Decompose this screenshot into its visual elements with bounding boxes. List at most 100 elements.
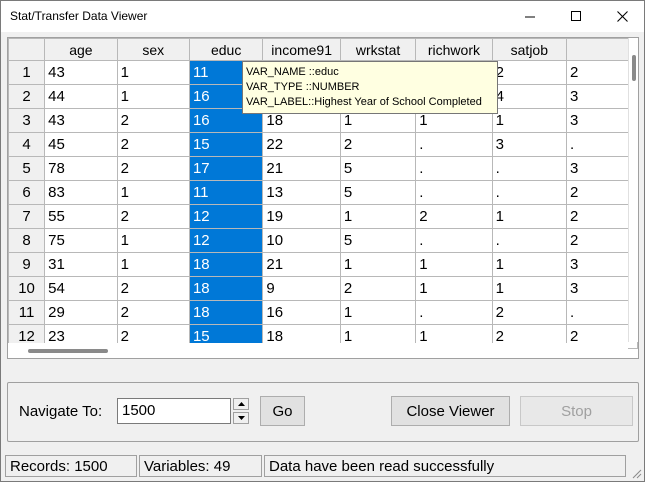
table-cell[interactable]: 1 [116, 252, 190, 277]
row-number[interactable]: 3 [8, 108, 46, 133]
table-cell[interactable]: 12 [188, 204, 264, 229]
table-cell[interactable]: 43 [44, 60, 118, 85]
table-cell[interactable]: 1 [415, 252, 493, 277]
table-cell[interactable]: . [415, 156, 493, 181]
table-cell[interactable]: 1 [339, 252, 417, 277]
table-cell[interactable]: 1 [491, 252, 568, 277]
table-cell[interactable]: 3 [566, 252, 638, 277]
table-cell[interactable]: 1 [339, 300, 417, 325]
table-cell[interactable]: 1 [491, 204, 568, 229]
table-cell[interactable]: 2 [116, 276, 190, 301]
table-cell[interactable]: 11 [188, 180, 264, 205]
minimize-button[interactable] [507, 1, 553, 32]
close-window-button[interactable] [599, 1, 644, 32]
table-cell[interactable]: 31 [44, 252, 118, 277]
table-cell[interactable]: 2 [116, 300, 190, 325]
table-cell[interactable]: . [415, 228, 493, 253]
table-cell[interactable]: 2 [339, 132, 417, 157]
table-cell[interactable]: 18 [188, 252, 264, 277]
table-cell[interactable]: 3 [566, 84, 638, 109]
row-number[interactable]: 6 [8, 180, 46, 205]
vertical-scroll-thumb[interactable] [632, 55, 636, 81]
row-number[interactable]: 2 [8, 84, 46, 109]
horizontal-scroll-thumb[interactable] [28, 349, 108, 353]
table-cell[interactable]: 18 [188, 276, 264, 301]
table-cell[interactable]: . [415, 180, 493, 205]
table-cell[interactable]: 2 [566, 228, 638, 253]
table-cell[interactable]: 83 [44, 180, 118, 205]
column-header[interactable]: satjob [491, 38, 568, 61]
go-button[interactable]: Go [260, 396, 305, 426]
table-cell[interactable]: 5 [339, 156, 417, 181]
column-header[interactable]: educ [188, 38, 264, 61]
table-cell[interactable]: . [566, 132, 638, 157]
row-number[interactable]: 10 [8, 276, 46, 301]
column-header[interactable]: income91 [262, 38, 341, 61]
table-cell[interactable]: 16 [262, 300, 341, 325]
table-cell[interactable]: 78 [44, 156, 118, 181]
table-cell[interactable]: 12 [188, 228, 264, 253]
record-spinner[interactable] [233, 398, 249, 424]
column-header[interactable]: wrkstat [339, 38, 417, 61]
table-cell[interactable]: 18 [188, 300, 264, 325]
table-cell[interactable]: 2 [116, 156, 190, 181]
table-cell[interactable]: 2 [339, 276, 417, 301]
table-cell[interactable]: 2 [566, 60, 638, 85]
table-cell[interactable]: 21 [262, 156, 341, 181]
table-cell[interactable]: . [491, 156, 568, 181]
row-number[interactable]: 8 [8, 228, 46, 253]
table-cell[interactable]: 1 [116, 60, 190, 85]
row-number[interactable]: 7 [8, 204, 46, 229]
navigate-to-input[interactable]: 1500 [117, 398, 231, 424]
table-cell[interactable]: 1 [491, 276, 568, 301]
table-cell[interactable]: 4 [491, 84, 568, 109]
table-cell[interactable]: 2 [415, 204, 493, 229]
table-cell[interactable]: 22 [262, 132, 341, 157]
table-cell[interactable]: 1 [116, 228, 190, 253]
table-cell[interactable]: 1 [491, 108, 568, 133]
column-header[interactable]: sex [116, 38, 190, 61]
table-cell[interactable]: 5 [339, 180, 417, 205]
table-cell[interactable]: 21 [262, 252, 341, 277]
table-cell[interactable]: 2 [566, 180, 638, 205]
table-cell[interactable]: 2 [491, 60, 568, 85]
table-cell[interactable]: 43 [44, 108, 118, 133]
spin-up-button[interactable] [233, 398, 249, 410]
table-cell[interactable]: 2 [116, 204, 190, 229]
table-cell[interactable]: 1 [116, 84, 190, 109]
table-cell[interactable]: 45 [44, 132, 118, 157]
table-cell[interactable]: 9 [262, 276, 341, 301]
vertical-scrollbar[interactable] [628, 38, 638, 342]
column-header[interactable]: richwork [415, 38, 493, 61]
table-cell[interactable]: 3 [566, 156, 638, 181]
table-cell[interactable]: 1 [339, 204, 417, 229]
table-cell[interactable]: 2 [566, 204, 638, 229]
table-cell[interactable]: 2 [116, 132, 190, 157]
row-number[interactable]: 5 [8, 156, 46, 181]
row-number[interactable]: 4 [8, 132, 46, 157]
column-header[interactable]: age [44, 38, 118, 61]
row-number[interactable]: 11 [8, 300, 46, 325]
table-cell[interactable]: . [566, 300, 638, 325]
table-cell[interactable]: . [415, 132, 493, 157]
table-cell[interactable]: 3 [566, 108, 638, 133]
row-number[interactable]: 1 [8, 60, 46, 85]
horizontal-scrollbar[interactable] [8, 343, 628, 358]
table-cell[interactable]: 54 [44, 276, 118, 301]
table-cell[interactable]: 5 [339, 228, 417, 253]
table-cell[interactable]: 44 [44, 84, 118, 109]
table-cell[interactable]: . [491, 228, 568, 253]
row-number[interactable]: 9 [8, 252, 46, 277]
stop-button[interactable]: Stop [520, 396, 633, 426]
table-cell[interactable]: 29 [44, 300, 118, 325]
table-cell[interactable]: 75 [44, 228, 118, 253]
table-cell[interactable]: 3 [491, 132, 568, 157]
maximize-button[interactable] [553, 1, 599, 32]
column-header[interactable] [566, 38, 638, 61]
spin-down-button[interactable] [233, 412, 249, 424]
table-cell[interactable]: 2 [491, 300, 568, 325]
table-cell[interactable]: 19 [262, 204, 341, 229]
close-viewer-button[interactable]: Close Viewer [391, 396, 510, 426]
table-cell[interactable]: 10 [262, 228, 341, 253]
table-cell[interactable]: 15 [188, 132, 264, 157]
